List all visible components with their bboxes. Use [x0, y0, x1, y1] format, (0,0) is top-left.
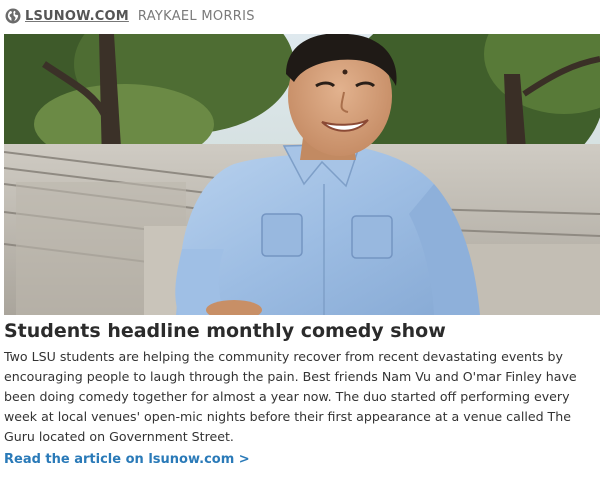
article-headline[interactable]: Students headline monthly comedy show — [4, 318, 600, 344]
source-domain-link[interactable]: LSUNOW.COM — [25, 9, 129, 24]
article-summary: Two LSU students are helping the communi… — [4, 349, 577, 444]
source-bar: LSUNOW.COM RAYKAEL MORRIS — [5, 7, 255, 25]
globe-icon — [5, 8, 21, 24]
author-name: RAYKAEL MORRIS — [137, 8, 255, 24]
read-article-link[interactable]: Read the article on lsunow.com > — [4, 450, 250, 470]
article-image[interactable] — [4, 34, 600, 315]
